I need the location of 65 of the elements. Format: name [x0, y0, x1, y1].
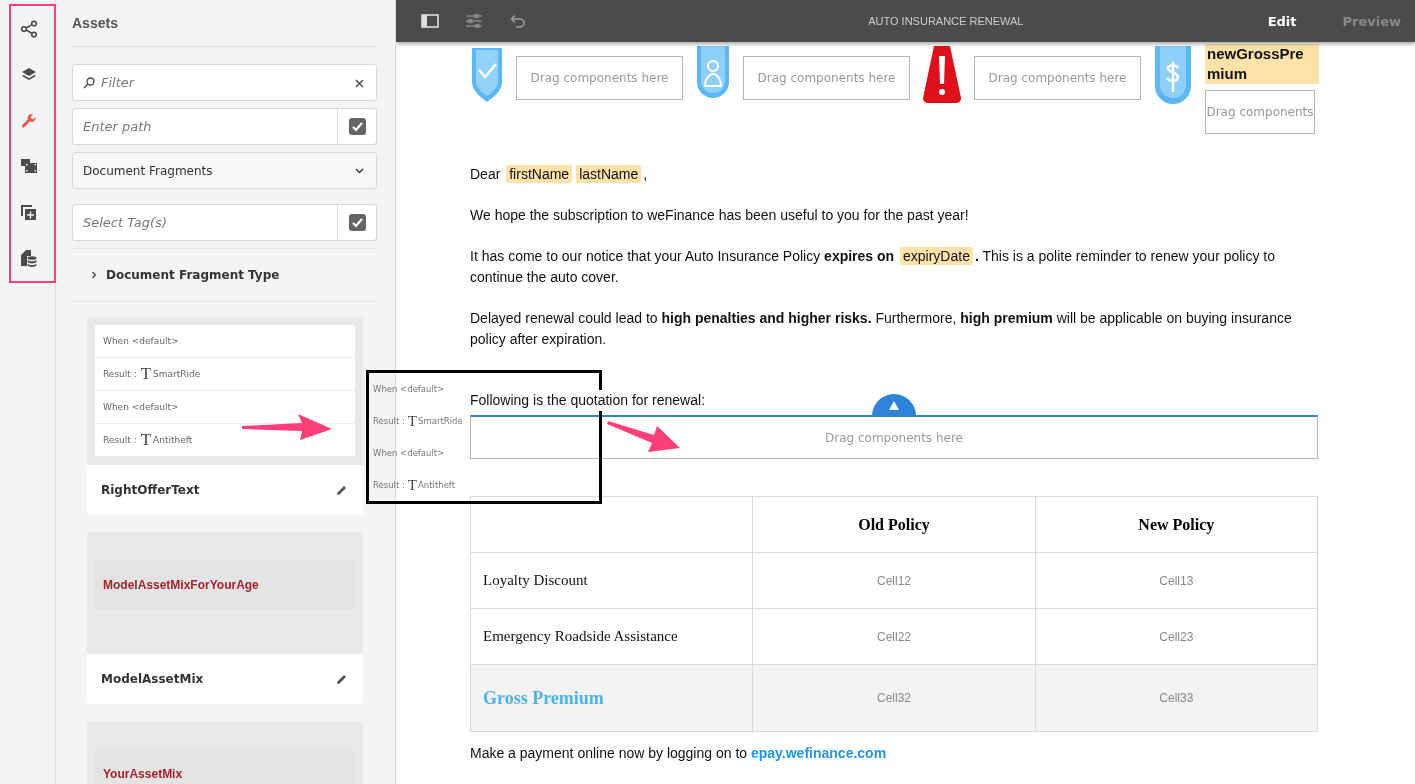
- condition-row-text: When <default>: [372, 447, 445, 460]
- row-label: Emergency Roadside Assistance: [470, 608, 753, 665]
- result-row: Result : T SmartRide: [95, 358, 355, 391]
- search-icon: [83, 76, 95, 89]
- column-header: New Policy: [1035, 496, 1318, 553]
- letter-paragraph: It has come to our notice that your Auto Insurance Policy expires on expiryDate . This is a polite reminder to renew your policy to continue the auto cover.: [470, 246, 1277, 287]
- table-cell: Cell33: [1035, 664, 1318, 732]
- card-title: RightOfferText: [101, 483, 200, 497]
- chevron-down-icon: [355, 167, 364, 174]
- shield-check-icon: [470, 46, 504, 104]
- table-cell: Cell13: [1035, 552, 1318, 609]
- letter-paragraph: Make a payment online now by logging on to epay.wefinance.com: [470, 745, 888, 761]
- table-cell: Cell32: [752, 664, 1036, 732]
- fragment-card[interactable]: YourAssetMix: [87, 721, 363, 784]
- warning-icon: [922, 46, 962, 104]
- path-field[interactable]: Enter path: [72, 108, 377, 145]
- mode-tab[interactable]: Edit: [1221, 13, 1297, 29]
- wrench-icon: [20, 112, 37, 129]
- table-cell: Cell23: [1035, 608, 1318, 665]
- result-row-text: Result : TSmartRide: [372, 411, 463, 431]
- move-up-button[interactable]: [872, 394, 916, 416]
- add-icon: [20, 203, 37, 221]
- table-cell: Cell22: [752, 608, 1036, 665]
- drop-zone[interactable]: Drag components: [1205, 90, 1315, 134]
- letter-paragraph: Delayed renewal could lead to high penalties and higher risks. Furthermore, high premium will be applicable on buying insurance policy after expiration.: [470, 309, 1293, 349]
- path-input[interactable]: Enter path: [73, 119, 337, 134]
- film-icon: [19, 158, 38, 175]
- checkbox[interactable]: [348, 118, 366, 135]
- type-dropdown[interactable]: Document Fragments: [72, 152, 377, 189]
- condition-row-text: When <default>: [372, 383, 445, 396]
- row-label: Gross Premium: [470, 664, 753, 732]
- row-label: Loyalty Discount: [470, 552, 753, 609]
- letter-paragraph: Dear firstName lastName ,: [470, 164, 649, 185]
- document-database-icon: [20, 249, 37, 268]
- checkbox[interactable]: [348, 214, 366, 231]
- triangle-up-icon: [889, 400, 899, 410]
- close-icon[interactable]: [355, 78, 364, 88]
- drop-zone[interactable]: Drag components here: [516, 56, 683, 100]
- preview-text: YourAssetMix: [102, 767, 183, 781]
- pencil-icon[interactable]: [336, 484, 347, 496]
- panel-title: Assets: [72, 0, 377, 47]
- condition-row: When <default>: [95, 325, 355, 358]
- layers-icon: [20, 66, 37, 83]
- share-icon: [19, 19, 38, 38]
- drop-zone[interactable]: Drag components here: [974, 56, 1141, 100]
- document-title: AUTO INSURANCE RENEWAL: [867, 15, 1025, 27]
- column-header: Old Policy: [752, 496, 1036, 553]
- preview-text: ModelAssetMixForYourAge: [102, 578, 259, 592]
- card-title: ModelAssetMix: [101, 672, 204, 686]
- tags-field[interactable]: Select Tag(s): [72, 204, 377, 241]
- chevron-icon: [90, 271, 98, 279]
- fragment-card[interactable]: ModelAssetMixForYourAge ModelAssetMix: [87, 532, 363, 704]
- result-row-text: Result : TAntitheft: [372, 475, 456, 495]
- facet-toggle[interactable]: Document Fragment Type: [72, 268, 280, 282]
- drop-zone[interactable]: Drag components here: [743, 56, 910, 100]
- letter-paragraph: We hope the subscription to weFinance has been useful to you for the past year!: [470, 206, 970, 225]
- tags-input[interactable]: Select Tag(s): [73, 215, 337, 230]
- pencil-icon[interactable]: [336, 673, 347, 685]
- data-field[interactable]: newGrossPremium: [1205, 44, 1319, 84]
- search-field[interactable]: Filter: [72, 64, 377, 101]
- table-cell: Cell12: [752, 552, 1036, 609]
- fragment-card[interactable]: When <default> Result : T SmartRide When <default> Result : T Antitheft RightOfferText: [87, 317, 363, 515]
- filter-input[interactable]: Filter: [95, 75, 343, 90]
- letter-paragraph: Following is the quotation for renewal:: [470, 390, 706, 411]
- payment-link[interactable]: epay.wefinance.com: [750, 745, 887, 761]
